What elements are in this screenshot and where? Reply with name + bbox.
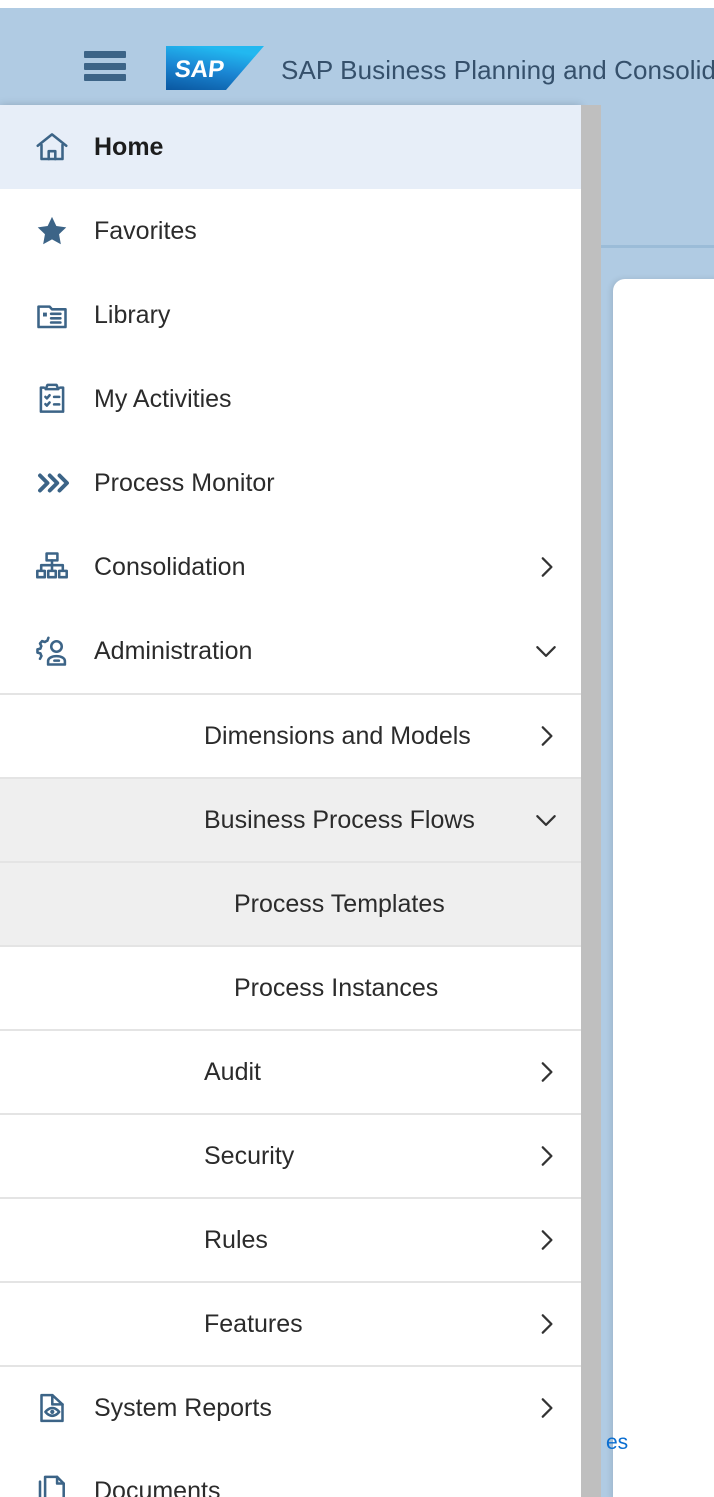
sidebar-item-label: Favorites bbox=[94, 216, 197, 245]
double-chevron-icon bbox=[24, 465, 80, 501]
sidebar-item-label: My Activities bbox=[94, 384, 232, 413]
sidebar-item-label: Security bbox=[204, 1141, 295, 1170]
clipboard-check-icon bbox=[24, 381, 80, 417]
sidebar-item-label: Dimensions and Models bbox=[204, 721, 471, 750]
sidebar-item-label: Administration bbox=[94, 636, 253, 665]
sidebar-item-label: Features bbox=[204, 1309, 303, 1338]
sidebar-item-label: Process Templates bbox=[234, 889, 445, 918]
sidebar-item-favorites[interactable]: Favorites bbox=[0, 189, 581, 273]
sidebar-item-label: Audit bbox=[204, 1057, 261, 1086]
sidebar-item-system-reports[interactable]: System Reports bbox=[0, 1365, 581, 1449]
sidebar-item-process-instances[interactable]: Process Instances bbox=[0, 945, 581, 1029]
sidebar-item-rules[interactable]: Rules bbox=[0, 1197, 581, 1281]
sidebar-item-business-process-flows[interactable]: Business Process Flows bbox=[0, 777, 581, 861]
sidebar-item-security[interactable]: Security bbox=[0, 1113, 581, 1197]
sidebar-item-label: Process Monitor bbox=[94, 468, 275, 497]
sidebar-item-process-templates[interactable]: Process Templates bbox=[0, 861, 581, 945]
side-navigation-scrollbar[interactable] bbox=[581, 105, 601, 1497]
documents-icon bbox=[24, 1473, 80, 1497]
shell-bar: SAP SAP Business Planning and Consolidat… bbox=[0, 8, 714, 105]
sap-logo[interactable]: SAP bbox=[166, 46, 264, 90]
org-chart-icon bbox=[24, 549, 80, 585]
background-partial-link[interactable]: es bbox=[606, 1431, 628, 1455]
sidebar-item-my-activities[interactable]: My Activities bbox=[0, 357, 581, 441]
application-root: es SAP SAP Business Planning and Consoli… bbox=[0, 0, 714, 1497]
library-icon bbox=[24, 297, 80, 333]
background-content-card bbox=[613, 279, 714, 1497]
sidebar-item-label: System Reports bbox=[94, 1393, 272, 1422]
sidebar-item-consolidation[interactable]: Consolidation bbox=[0, 525, 581, 609]
side-navigation: Home Favorites Library My Activities Process… bbox=[0, 105, 581, 1497]
sidebar-item-label: Library bbox=[94, 300, 171, 329]
sidebar-item-label: Documents bbox=[94, 1476, 221, 1497]
sidebar-item-home[interactable]: Home bbox=[0, 105, 581, 189]
chevron-right-icon[interactable] bbox=[511, 1395, 581, 1421]
star-icon bbox=[24, 213, 80, 249]
sidebar-item-label: Business Process Flows bbox=[204, 805, 475, 834]
hamburger-menu-icon[interactable] bbox=[84, 51, 126, 81]
chevron-right-icon[interactable] bbox=[511, 1059, 581, 1085]
home-icon bbox=[24, 129, 80, 165]
svg-text:SAP: SAP bbox=[173, 56, 225, 83]
chevron-right-icon[interactable] bbox=[511, 1311, 581, 1337]
sidebar-item-audit[interactable]: Audit bbox=[0, 1029, 581, 1113]
chevron-down-icon[interactable] bbox=[511, 638, 581, 664]
shell-title: SAP Business Planning and Consolidation bbox=[281, 55, 714, 85]
report-eye-icon bbox=[24, 1390, 80, 1426]
chevron-right-icon[interactable] bbox=[511, 1227, 581, 1253]
sidebar-item-features[interactable]: Features bbox=[0, 1281, 581, 1365]
user-settings-icon bbox=[24, 633, 80, 669]
sidebar-item-library[interactable]: Library bbox=[0, 273, 581, 357]
chevron-right-icon[interactable] bbox=[511, 723, 581, 749]
chevron-right-icon[interactable] bbox=[511, 1143, 581, 1169]
sidebar-item-label: Process Instances bbox=[234, 973, 439, 1002]
sidebar-item-administration[interactable]: Administration bbox=[0, 609, 581, 693]
sidebar-item-label: Consolidation bbox=[94, 552, 246, 581]
sidebar-item-dimensions-and-models[interactable]: Dimensions and Models bbox=[0, 693, 581, 777]
sidebar-item-label: Home bbox=[94, 132, 164, 161]
chevron-right-icon[interactable] bbox=[511, 554, 581, 580]
sidebar-item-documents[interactable]: Documents bbox=[0, 1449, 581, 1497]
sidebar-item-process-monitor[interactable]: Process Monitor bbox=[0, 441, 581, 525]
chevron-down-icon[interactable] bbox=[511, 807, 581, 833]
sidebar-item-label: Rules bbox=[204, 1225, 268, 1254]
